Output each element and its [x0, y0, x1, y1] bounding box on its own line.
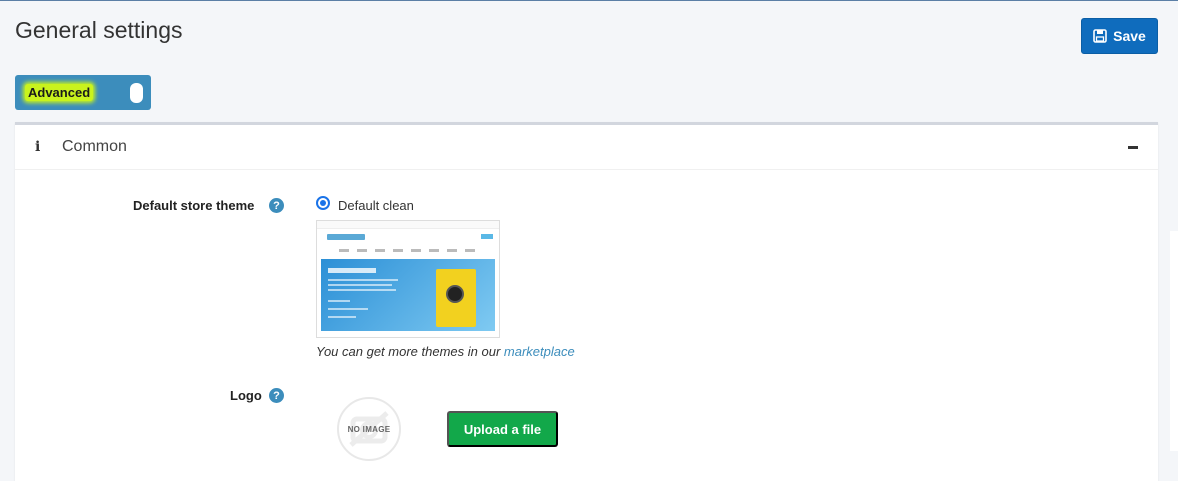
advanced-mode-toggle[interactable]: Advanced — [15, 75, 151, 110]
card-title: Common — [62, 138, 127, 155]
no-image-placeholder: NO IMAGE — [337, 397, 401, 461]
card-header[interactable]: i Common — [15, 125, 1158, 170]
theme-option-label[interactable]: Default clean — [338, 198, 414, 213]
floppy-disk-icon — [1093, 29, 1107, 43]
no-image-text: NO IMAGE — [347, 424, 391, 434]
upload-file-button[interactable]: Upload a file — [447, 411, 558, 447]
theme-label: Default store theme — [133, 198, 255, 213]
theme-radio-default-clean[interactable] — [316, 196, 330, 210]
common-settings-card: i Common Default store theme ? Default c… — [15, 122, 1158, 481]
theme-preview-image — [316, 220, 500, 338]
logo-help-icon[interactable]: ? — [269, 388, 284, 403]
theme-marketplace-note: You can get more themes in our marketpla… — [316, 344, 575, 359]
info-icon: i — [35, 139, 41, 155]
marketplace-link[interactable]: marketplace — [504, 344, 575, 359]
save-button[interactable]: Save — [1081, 18, 1158, 54]
scrollbar-track[interactable] — [1170, 231, 1178, 451]
save-button-label: Save — [1113, 28, 1146, 44]
theme-help-icon[interactable]: ? — [269, 198, 284, 213]
collapse-minus-icon[interactable] — [1128, 146, 1138, 149]
advanced-toggle-label: Advanced — [25, 84, 94, 101]
theme-note-text: You can get more themes in our — [316, 344, 501, 359]
page-title: General settings — [15, 17, 183, 43]
toggle-knob — [130, 83, 143, 103]
logo-label: Logo — [230, 388, 262, 403]
